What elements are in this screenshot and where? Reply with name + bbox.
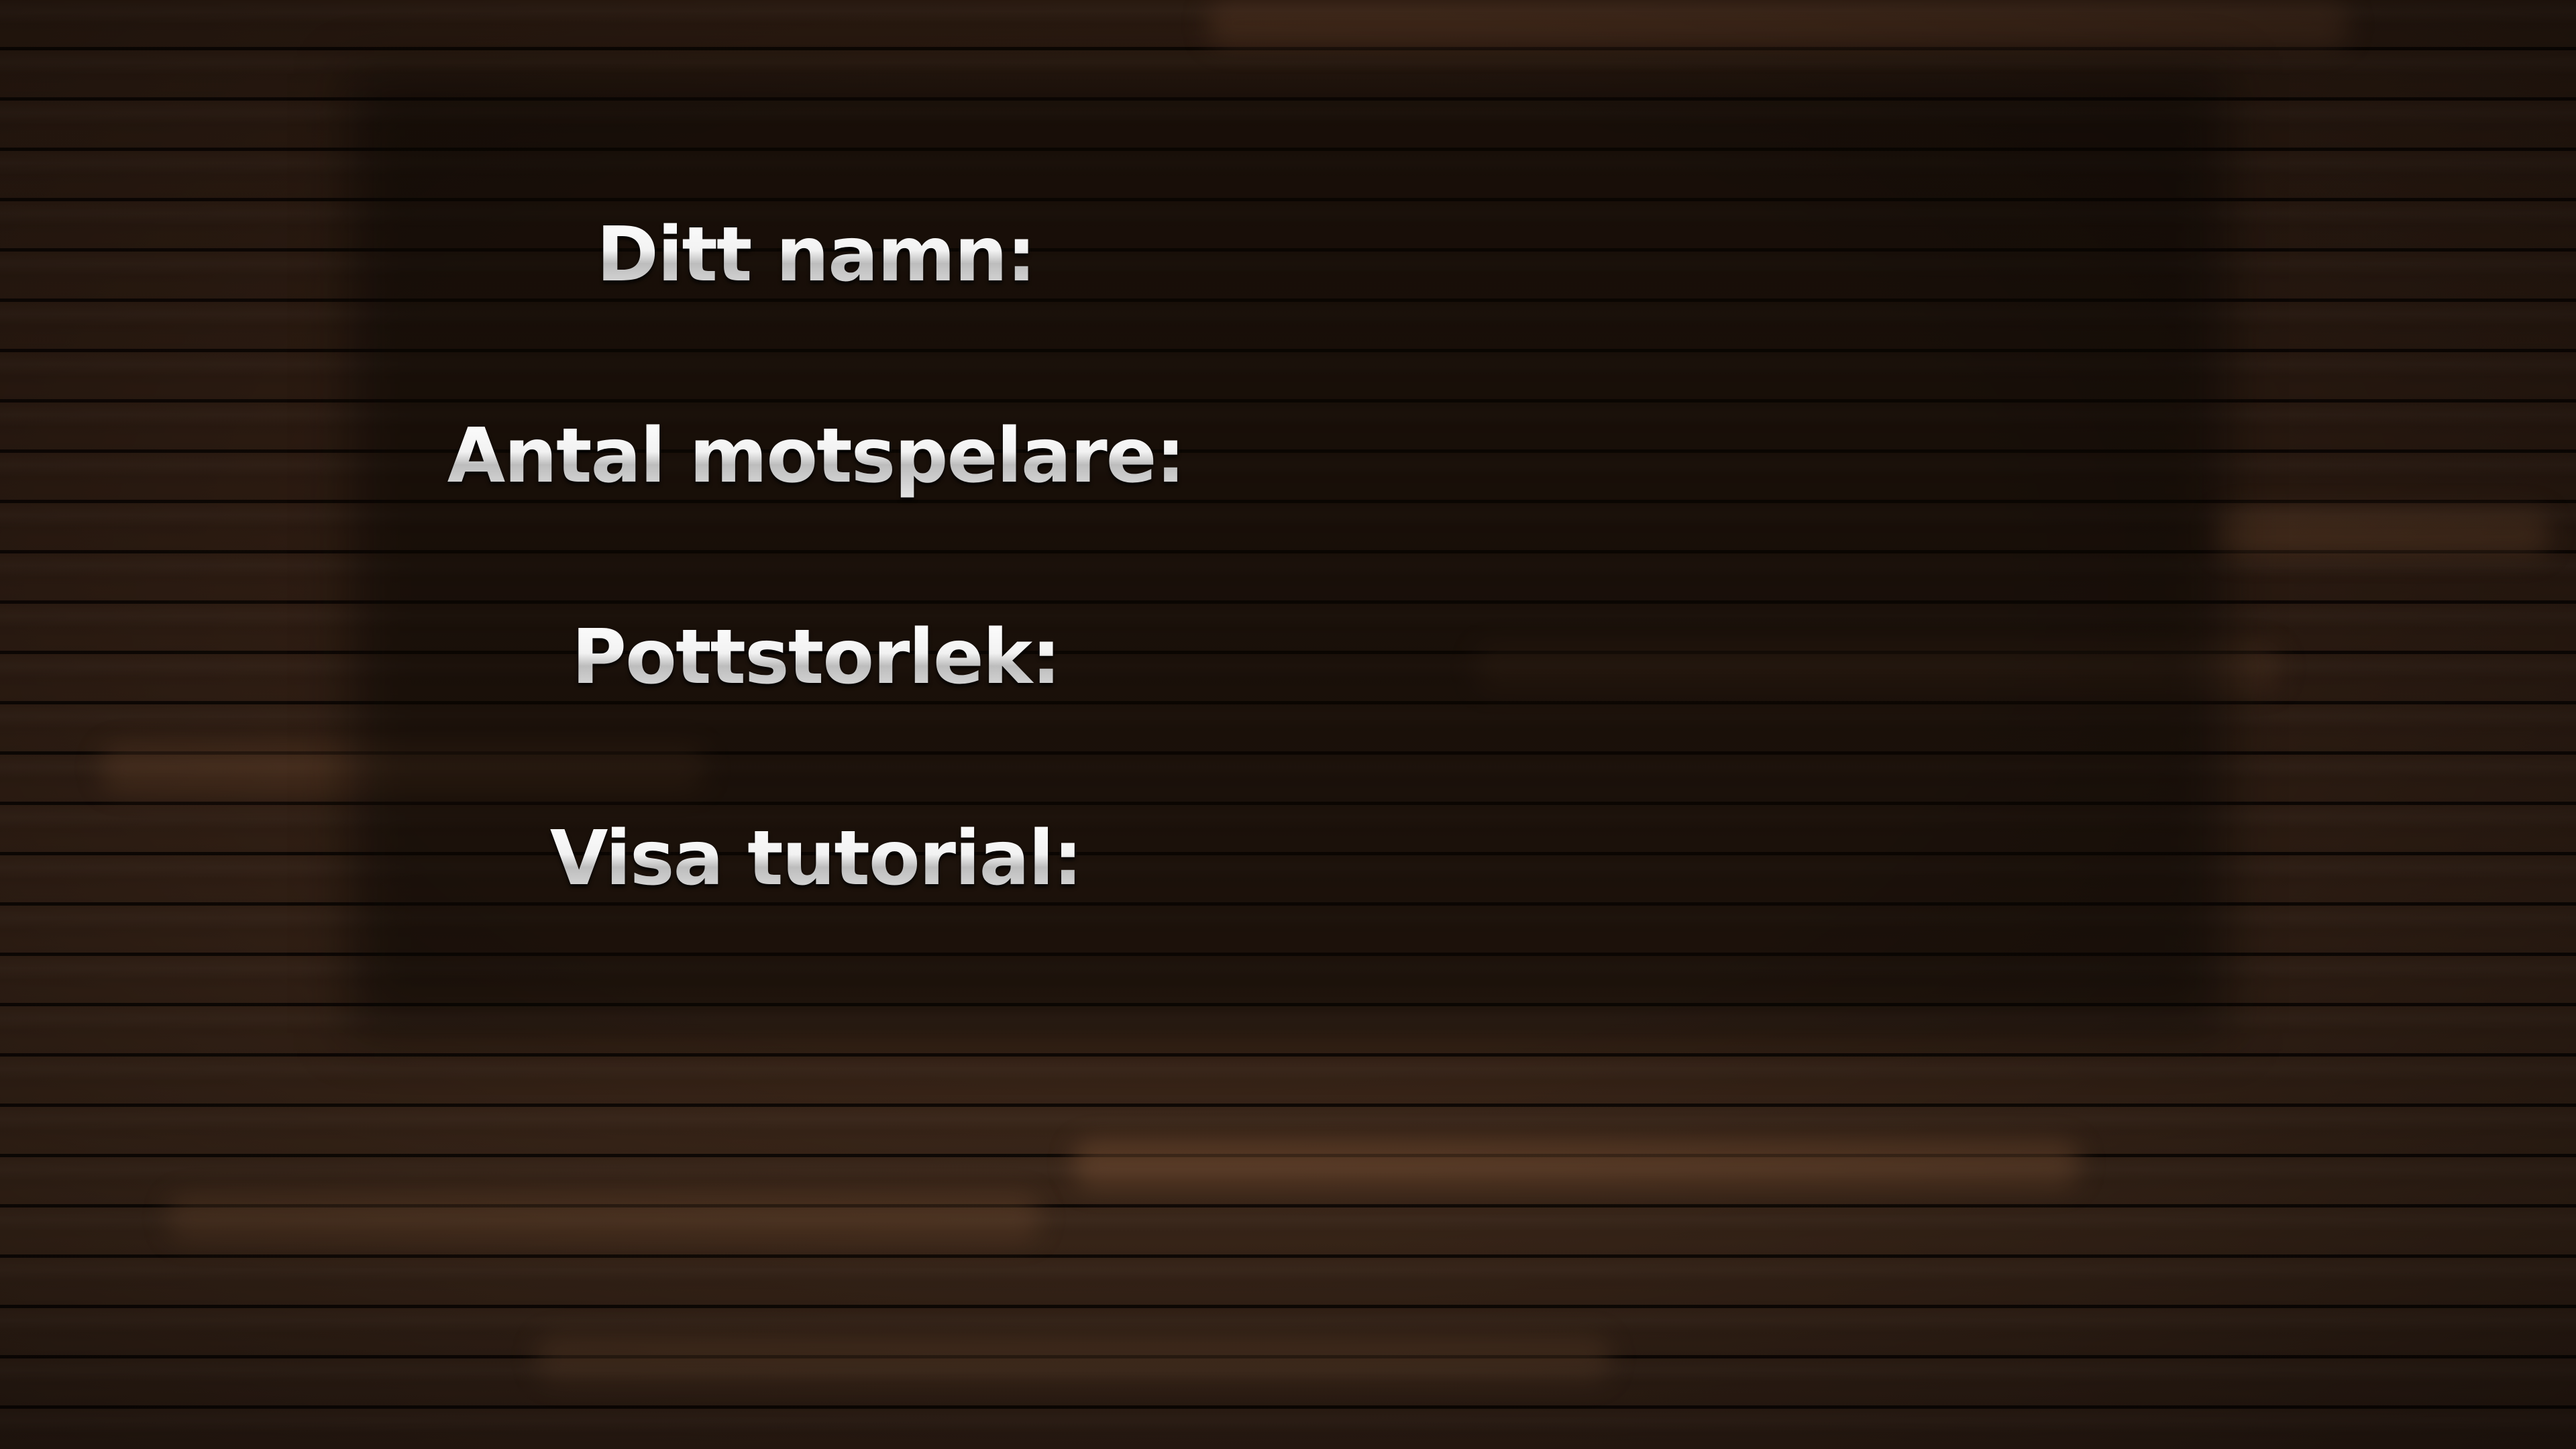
opponents-count-label: Antal motspelare: xyxy=(447,413,1186,500)
settings-screen: Ditt namn: Antal motspelare: Pottstorlek… xyxy=(0,0,2576,1449)
wood-highlight xyxy=(1208,0,2348,47)
wood-highlight xyxy=(1073,1140,2080,1187)
player-name-label: Ditt namn: xyxy=(596,211,1036,299)
wood-highlight xyxy=(168,1194,1040,1241)
vignette-overlay xyxy=(0,0,2576,1449)
pot-size-label: Pottstorlek: xyxy=(571,614,1061,701)
wood-highlight xyxy=(1476,644,2281,691)
wood-highlight xyxy=(537,1335,1610,1382)
wood-highlight xyxy=(2214,510,2549,557)
show-tutorial-label: Visa tutorial: xyxy=(549,815,1083,902)
wood-highlight xyxy=(101,745,704,792)
